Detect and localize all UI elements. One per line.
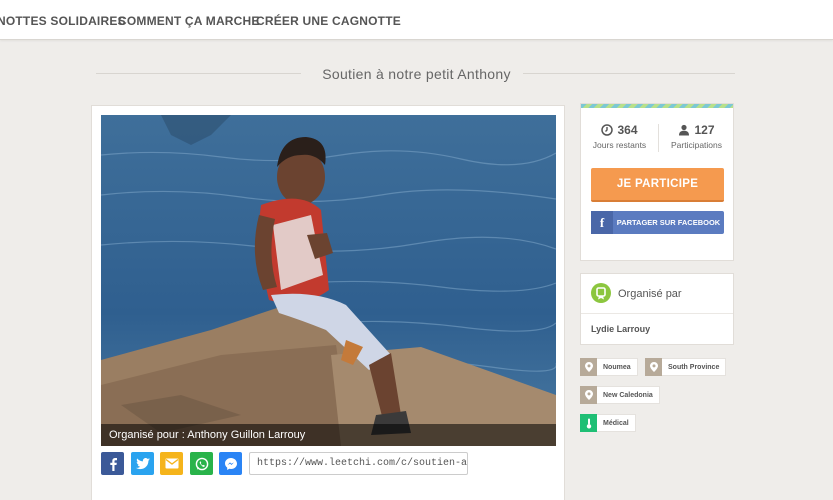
- campaign-photo: Organisé pour : Anthony Guillon Larrouy: [101, 115, 556, 446]
- page-title-row: Soutien à notre petit Anthony: [0, 62, 833, 86]
- organizer-heading: Organisé par: [618, 288, 682, 300]
- participants-value: 127: [694, 123, 715, 137]
- facebook-icon: f: [591, 211, 613, 234]
- user-icon: [679, 124, 690, 136]
- tag-location-south-province[interactable]: South Province: [645, 358, 727, 376]
- organizer-header: Organisé par: [581, 274, 733, 314]
- page-title: Soutien à notre petit Anthony: [322, 66, 511, 82]
- organizer-badge-icon: [591, 283, 611, 303]
- photo-caption: Organisé pour : Anthony Guillon Larrouy: [101, 424, 556, 446]
- clock-icon: [601, 124, 614, 136]
- location-pin-icon: [580, 386, 597, 404]
- tag-category-medical[interactable]: Médical: [580, 414, 636, 432]
- location-pin-icon: [580, 358, 597, 376]
- messenger-icon: [224, 457, 237, 470]
- campaign-photo-illustration: [101, 115, 556, 446]
- twitter-icon: [135, 457, 150, 469]
- facebook-icon: [109, 457, 117, 471]
- days-remaining-stat: 364 Jours restants: [581, 123, 658, 150]
- email-share-icon[interactable]: [160, 452, 183, 475]
- thermometer-icon: [580, 414, 597, 432]
- title-divider-right: [523, 73, 735, 74]
- tag-label: Noumea: [603, 363, 631, 371]
- days-remaining-value: 364: [617, 123, 638, 137]
- share-on-facebook-button[interactable]: f PARTAGER SUR FACEBOOK: [591, 211, 724, 234]
- top-navigation: NOTTES SOLIDAIRES COMMENT ÇA MARCHE CRÉE…: [0, 0, 833, 40]
- days-remaining-label: Jours restants: [592, 140, 647, 150]
- tag-location-noumea[interactable]: Noumea: [580, 358, 638, 376]
- campaign-url-field[interactable]: https://www.leetchi.com/c/soutien-a-notr…: [249, 452, 468, 475]
- tag-label: South Province: [668, 363, 720, 371]
- nav-link-cagnottes-solidaires[interactable]: NOTTES SOLIDAIRES: [0, 14, 126, 28]
- decorative-stripe: [581, 104, 733, 108]
- share-on-facebook-label: PARTAGER SUR FACEBOOK: [616, 218, 721, 227]
- messenger-share-icon[interactable]: [219, 452, 242, 475]
- participate-button[interactable]: JE PARTICIPE: [591, 168, 724, 202]
- organizer-name[interactable]: Lydie Larrouy: [591, 324, 650, 334]
- participants-stat: 127 Participations: [658, 123, 735, 150]
- campaign-stats-card: 364 Jours restants 127 Participations JE…: [580, 103, 734, 261]
- campaign-card: Organisé pour : Anthony Guillon Larrouy …: [91, 105, 565, 500]
- twitter-share-icon[interactable]: [131, 452, 154, 475]
- participants-label: Participations: [670, 140, 723, 150]
- whatsapp-icon: [195, 457, 208, 470]
- nav-link-comment-ca-marche[interactable]: COMMENT ÇA MARCHE: [118, 14, 260, 28]
- whatsapp-share-icon[interactable]: [190, 452, 213, 475]
- organizer-card: Organisé par Lydie Larrouy: [580, 273, 734, 345]
- facebook-share-icon[interactable]: [101, 452, 124, 475]
- tag-location-new-caledonia[interactable]: New Caledonia: [580, 386, 660, 404]
- tag-label: Médical: [603, 419, 629, 427]
- location-pin-icon: [645, 358, 662, 376]
- email-icon: [165, 458, 178, 469]
- nav-link-creer-une-cagnotte[interactable]: CRÉER UNE CAGNOTTE: [256, 14, 401, 28]
- tag-label: New Caledonia: [603, 391, 653, 399]
